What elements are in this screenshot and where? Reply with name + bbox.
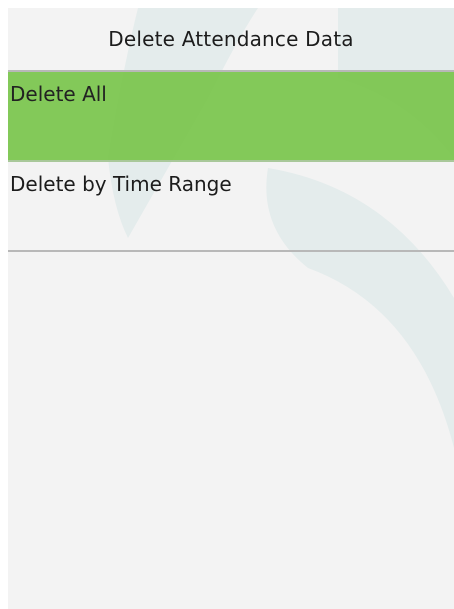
page-title: Delete Attendance Data — [8, 8, 454, 72]
device-screen: Delete Attendance Data Delete All Delete… — [8, 8, 454, 609]
menu-list: Delete All Delete by Time Range — [8, 72, 454, 252]
menu-item-delete-all[interactable]: Delete All — [8, 72, 454, 162]
menu-item-delete-by-time-range[interactable]: Delete by Time Range — [8, 162, 454, 252]
